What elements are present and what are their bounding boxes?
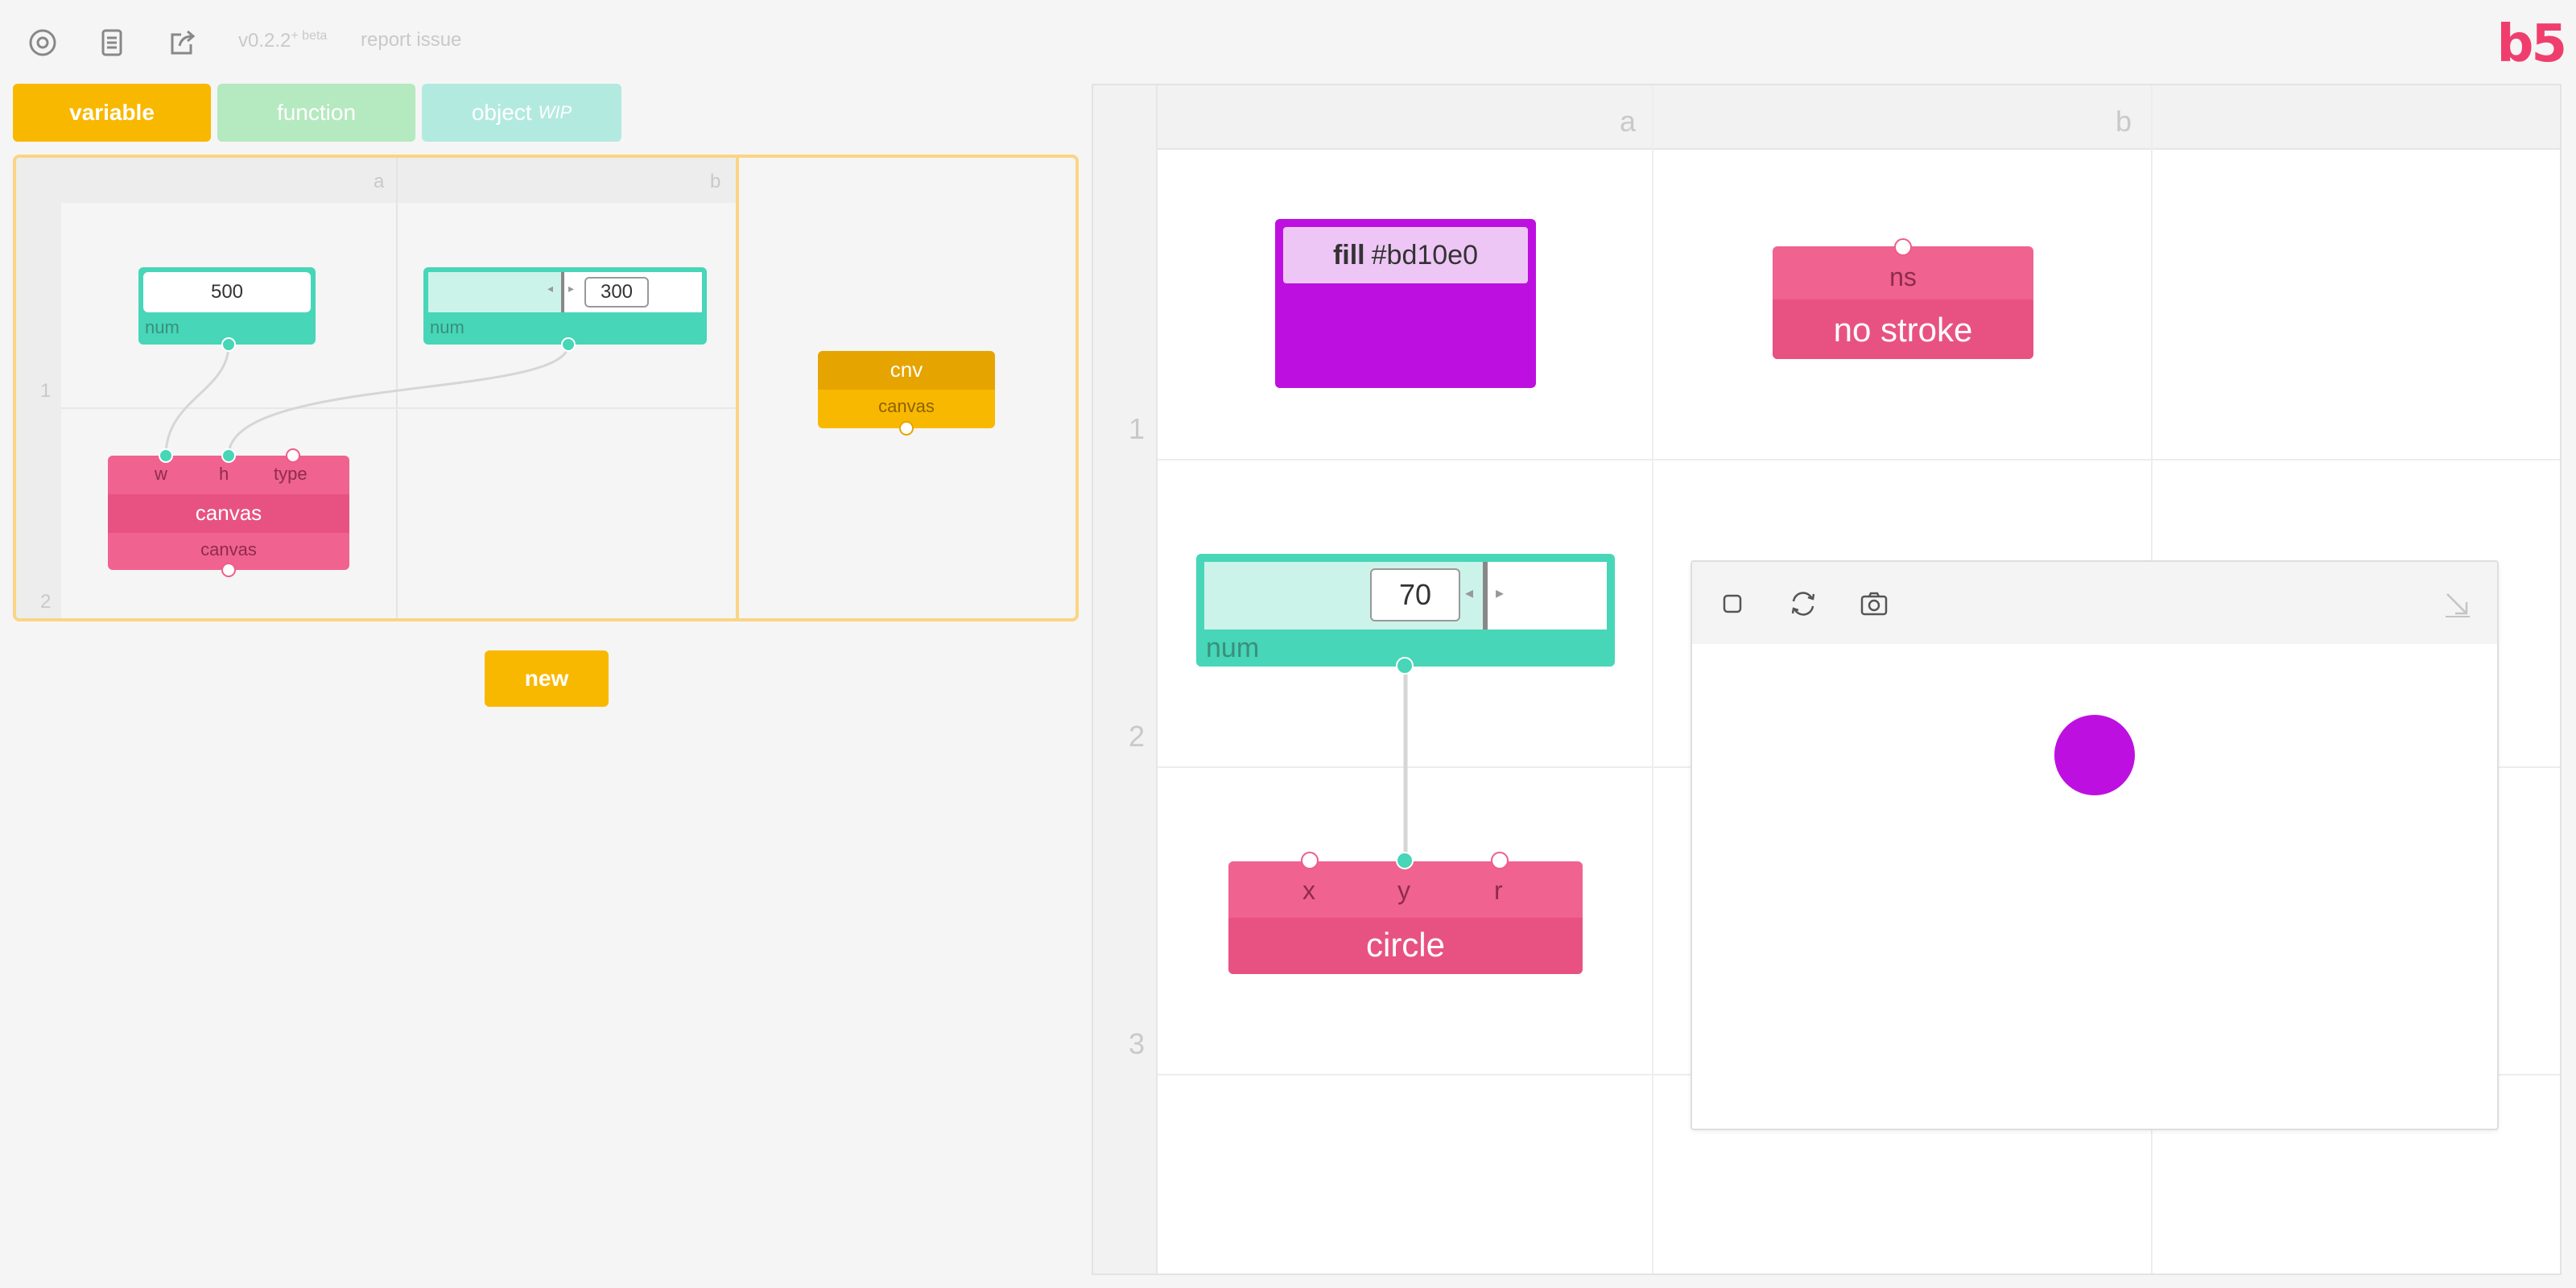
slider-right-arrow-icon[interactable]: ▸ xyxy=(1496,583,1504,603)
canvas-port-h[interactable] xyxy=(221,448,236,463)
library-panel: a b 1 2 500 num ◂ ▸ 300 num w h type can… xyxy=(13,155,1079,621)
canvas-port-w[interactable] xyxy=(159,448,173,463)
num-value-input[interactable]: 500 xyxy=(143,272,311,312)
canvas-output-port[interactable] xyxy=(221,563,236,577)
circle-port-x[interactable] xyxy=(1301,852,1319,869)
fill-node[interactable]: fill #bd10e0 xyxy=(1275,219,1536,388)
col-label-b: b xyxy=(2116,105,2132,138)
editor-col-header xyxy=(1093,85,2560,150)
slider-right-arrow-icon[interactable]: ▸ xyxy=(568,282,574,295)
canvas-port-label-h: h xyxy=(219,464,229,484)
ns-node[interactable]: ns no stroke xyxy=(1773,246,2033,359)
num-a-output-port[interactable] xyxy=(221,337,236,352)
cnv-output-port[interactable] xyxy=(899,421,914,436)
cnv-node-title: cnv xyxy=(890,357,923,382)
refresh-icon[interactable] xyxy=(1787,588,1819,620)
preview-toolbar xyxy=(1692,562,2497,644)
circle-port-label-r: r xyxy=(1494,876,1503,905)
ns-node-title: ns xyxy=(1889,262,1917,291)
canvas-port-label-w: w xyxy=(155,464,167,484)
num-node-label: num xyxy=(145,317,180,337)
editor-connections xyxy=(1403,667,1408,861)
circle-node-label: circle xyxy=(1365,926,1445,964)
fill-color-field[interactable]: fill #bd10e0 xyxy=(1283,227,1528,283)
new-button[interactable]: new xyxy=(485,650,609,707)
num-node-label: num xyxy=(430,317,464,337)
b5-logo: b5 xyxy=(2496,14,2567,74)
report-issue-link[interactable]: report issue xyxy=(361,29,461,52)
cnv-variable-node[interactable]: cnv canvas xyxy=(818,351,995,428)
tab-object[interactable]: object WIP xyxy=(422,84,621,142)
canvas-node-output-label: canvas xyxy=(200,539,257,559)
cnv-node-output-label: canvas xyxy=(878,396,935,416)
square-icon[interactable] xyxy=(1716,588,1748,620)
document-icon[interactable] xyxy=(95,26,129,60)
num-node-500[interactable]: 500 num xyxy=(138,267,316,345)
canvas-port-label-type: type xyxy=(274,464,308,484)
circle-port-label-y: y xyxy=(1397,876,1410,905)
row-label-3: 3 xyxy=(1129,1027,1146,1060)
num-value-input[interactable]: 300 xyxy=(584,277,649,308)
preview-window[interactable] xyxy=(1690,560,2499,1130)
version-label: v0.2.2+ beta xyxy=(238,29,328,52)
ns-input-port[interactable] xyxy=(1894,238,1912,256)
num-output-port[interactable] xyxy=(1396,657,1414,675)
ns-node-label: no stroke xyxy=(1833,311,1973,349)
circle-port-y[interactable] xyxy=(1396,852,1414,869)
num-b-output-port[interactable] xyxy=(561,337,576,352)
slider-left-arrow-icon[interactable]: ◂ xyxy=(1465,583,1473,603)
tab-variable[interactable]: variable xyxy=(13,84,211,142)
num-node-label: num xyxy=(1206,633,1260,663)
circle-port-r[interactable] xyxy=(1491,852,1509,869)
slider-left-arrow-icon[interactable]: ◂ xyxy=(547,282,553,295)
canvas-port-type[interactable] xyxy=(286,448,300,463)
share-icon[interactable] xyxy=(166,26,200,60)
preview-circle xyxy=(2054,715,2135,795)
camera-icon[interactable] xyxy=(1858,588,1890,620)
canvas-node[interactable]: w h type canvas canvas xyxy=(108,456,349,570)
editor-row-header xyxy=(1093,85,1158,1274)
num-value-input[interactable]: 70 xyxy=(1370,568,1460,621)
row-label-2: 2 xyxy=(1129,720,1146,753)
gear-icon[interactable] xyxy=(26,26,60,60)
circle-port-label-x: x xyxy=(1302,876,1315,905)
col-label-a: a xyxy=(1620,105,1637,138)
num-node-300[interactable]: ◂ ▸ 300 num xyxy=(423,267,707,345)
num-node-70[interactable]: ◂ ▸ 70 num xyxy=(1196,554,1615,667)
canvas-node-title: canvas xyxy=(195,501,262,525)
tab-function[interactable]: function xyxy=(217,84,415,142)
row-label-1: 1 xyxy=(1129,412,1146,445)
circle-node[interactable]: x y r circle xyxy=(1228,861,1583,974)
resize-arrow-icon[interactable] xyxy=(2441,588,2473,620)
